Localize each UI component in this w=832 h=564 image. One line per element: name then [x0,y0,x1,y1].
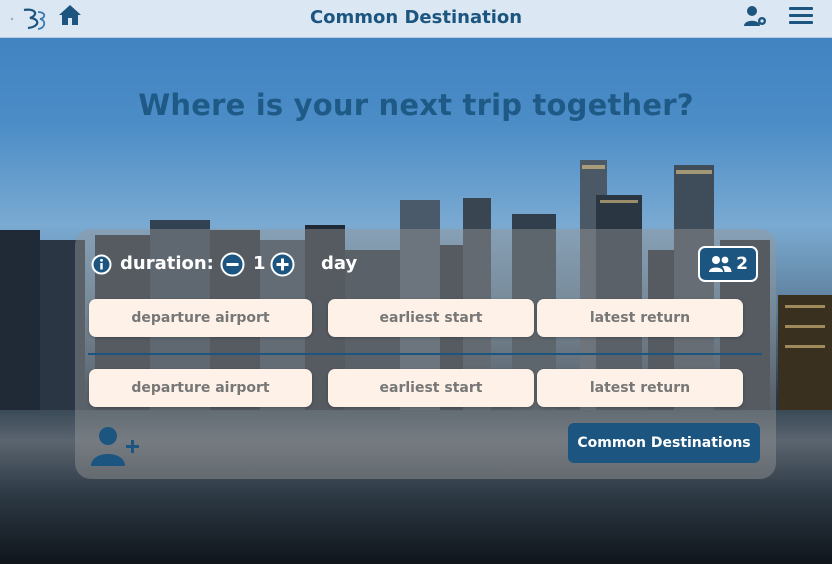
user-settings-icon[interactable] [743,5,767,27]
info-icon[interactable] [91,254,112,275]
common-destinations-button[interactable]: Common Destinations [568,423,760,463]
latest-return-input-1[interactable]: latest return [537,299,743,337]
group-icon [709,256,732,272]
latest-return-input-2[interactable]: latest return [537,369,743,407]
top-bar: Common Destination [0,0,832,38]
add-traveler-icon[interactable] [90,425,140,467]
duration-label: duration: [120,253,214,274]
travelers-count-button[interactable]: 2 [698,246,758,282]
duration-value: 1 [253,253,266,274]
departure-airport-input-1[interactable]: departure airport [89,299,312,337]
earliest-start-input-1[interactable]: earliest start [328,299,534,337]
hamburger-menu-icon[interactable] [789,5,813,25]
page-title: Common Destination [309,7,523,28]
hero-headline: Where is your next trip together? [138,88,694,122]
increase-duration-button[interactable] [270,252,295,277]
travelers-count: 2 [736,254,748,274]
decrease-duration-button[interactable] [220,252,245,277]
departure-airport-input-2[interactable]: departure airport [89,369,312,407]
traveler-divider [88,353,762,355]
duration-unit-label: day [321,253,358,274]
earliest-start-input-2[interactable]: earliest start [328,369,534,407]
